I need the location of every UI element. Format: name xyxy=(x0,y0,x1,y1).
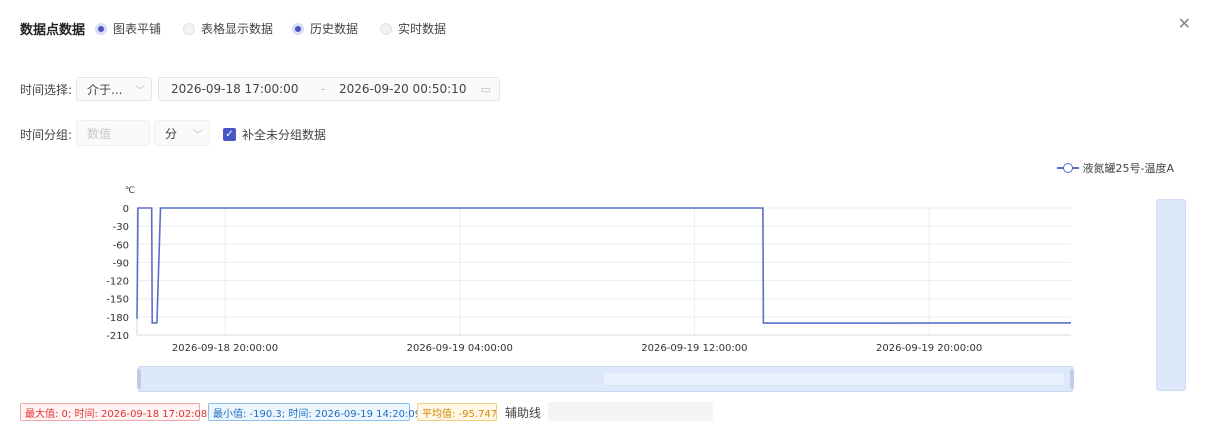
slider-left-handle[interactable] xyxy=(137,369,141,389)
series-line xyxy=(136,207,1072,324)
x-tick-label: 2026-09-18 20:00:00 xyxy=(172,343,278,354)
time-range-slider[interactable] xyxy=(137,366,1074,392)
y-tick-label: -210 xyxy=(106,331,129,342)
max-value-badge: 最大值: 0; 时间: 2026-09-18 17:02:08 xyxy=(20,403,207,421)
y-tick-label: -30 xyxy=(113,222,129,233)
vertical-range-slider[interactable] xyxy=(1156,199,1186,391)
y-tick-label: -180 xyxy=(106,313,129,324)
x-tick-label: 2026-09-19 12:00:00 xyxy=(641,343,747,354)
y-tick-label: -150 xyxy=(106,295,129,306)
x-tick-label: 2026-09-19 20:00:00 xyxy=(876,343,982,354)
y-axis-unit: ℃ xyxy=(125,186,135,196)
auxiliary-line-input[interactable] xyxy=(548,402,713,421)
auxiliary-line-label: 辅助线 xyxy=(505,406,542,420)
slider-right-handle[interactable] xyxy=(1070,369,1074,389)
chart-grid xyxy=(137,207,1071,336)
avg-value-badge: 平均值: -95.747 xyxy=(417,403,497,421)
min-value-badge: 最小值: -190.3; 时间: 2026-09-19 14:20:09 xyxy=(208,403,421,421)
y-tick-label: -60 xyxy=(113,240,129,251)
slider-selection xyxy=(604,373,1064,385)
chart-series xyxy=(136,207,1072,324)
y-tick-label: -120 xyxy=(106,277,129,288)
y-tick-label: 0 xyxy=(123,204,129,215)
y-tick-label: -90 xyxy=(113,258,129,269)
x-tick-label: 2026-09-19 04:00:00 xyxy=(407,343,513,354)
